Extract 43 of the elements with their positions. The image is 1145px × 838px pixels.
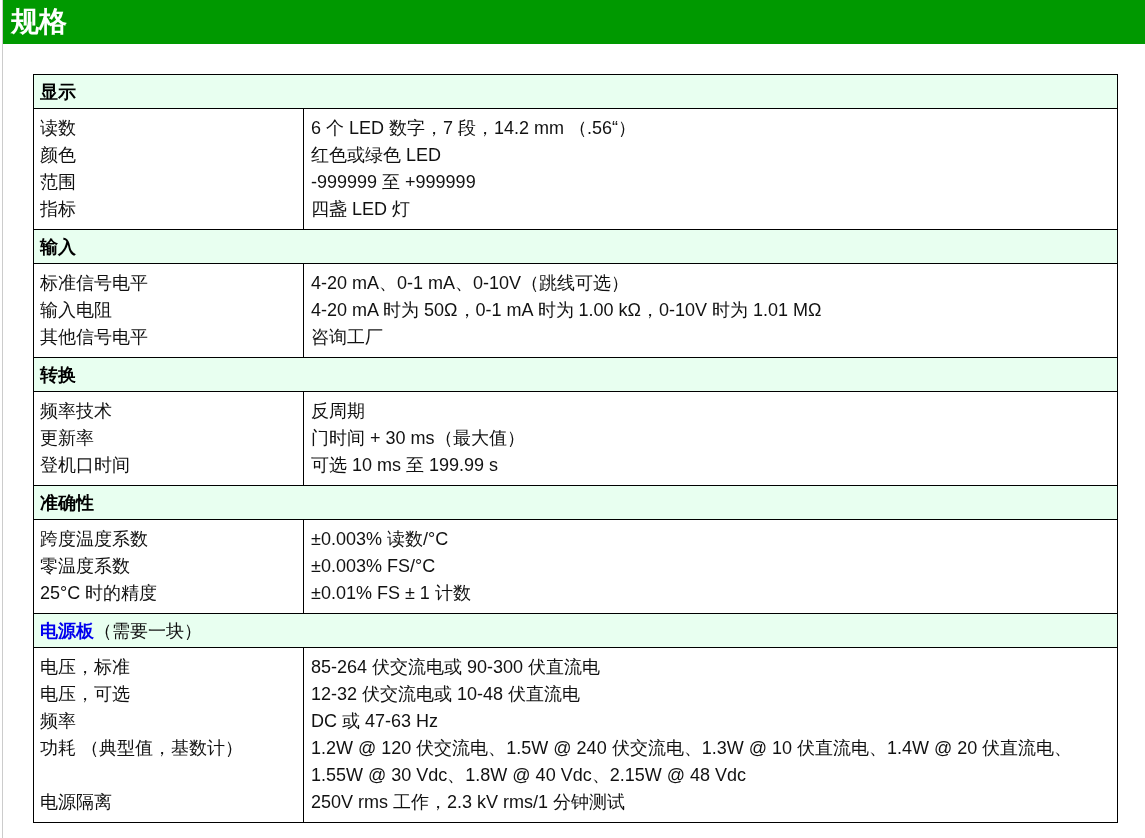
page-title: 规格: [3, 0, 1145, 44]
spec-value: -999999 至 +999999: [311, 172, 476, 192]
spec-label: 频率技术: [40, 401, 112, 421]
spec-label: 更新率: [40, 428, 94, 448]
spec-label: 范围: [40, 172, 76, 192]
spec-value: ±0.003% 读数/°C: [311, 529, 449, 549]
section-link[interactable]: 电源板: [40, 618, 94, 643]
spec-label: 跨度温度系数: [40, 529, 148, 549]
spec-value: 四盏 LED 灯: [311, 199, 411, 219]
spec-label: 输入电阻: [40, 300, 112, 320]
spec-label: 登机口时间: [40, 455, 130, 475]
section-title: 转换: [40, 363, 76, 387]
spec-label: 电压，可选: [40, 684, 130, 704]
spec-value: 咨询工厂: [311, 327, 383, 347]
spec-value: DC 或 47-63 Hz: [311, 711, 439, 731]
section-note: （需要一块）: [94, 619, 202, 643]
spec-label: 标准信号电平: [40, 273, 148, 293]
spec-value: 4-20 mA、0-1 mA、0-10V（跳线可选）: [311, 273, 630, 293]
spec-label: 电压，标准: [40, 657, 130, 677]
section-title: 显示: [40, 80, 76, 104]
spec-value: 1.2W @ 120 伏交流电、1.5W @ 240 伏交流电、1.3W @ 10 伏直流电、1.4W @ 20 伏直流电、 1.55W @ 30 Vdc、1.8W @ 40 Vdc、2.15W @ 48 Vdc: [311, 738, 1073, 785]
spec-value: 可选 10 ms 至 199.99 s: [311, 455, 499, 475]
spec-label: 25°C 时的精度: [40, 583, 158, 603]
spec-label: 指标: [40, 199, 76, 219]
spec-value: 反周期: [311, 401, 365, 421]
spec-value: 85-264 伏交流电或 90-300 伏直流电: [311, 657, 601, 677]
spec-label: 零温度系数: [40, 556, 130, 576]
section-title: 准确性: [40, 491, 94, 515]
spec-label: 电源隔离: [40, 792, 112, 812]
spec-value: 门时间 + 30 ms（最大值）: [311, 428, 525, 448]
spec-value: 12-32 伏交流电或 10-48 伏直流电: [311, 684, 581, 704]
spec-label: 功耗 （典型值，基数计）: [40, 738, 243, 758]
spec-value: 6 个 LED 数字，7 段，14.2 mm （.56“）: [311, 118, 637, 138]
spec-label: 颜色: [40, 145, 76, 165]
spec-label: 其他信号电平: [40, 327, 148, 347]
spec-value: ±0.003% FS/°C: [311, 556, 436, 576]
spec-value: ±0.01% FS ± 1 计数: [311, 583, 471, 603]
spec-label: 频率: [40, 711, 76, 731]
spec-label: 读数: [40, 118, 76, 138]
section-title: 输入: [40, 235, 76, 259]
spec-value: 4-20 mA 时为 50Ω，0-1 mA 时为 1.00 kΩ，0-10V 时为 1.01 MΩ: [311, 300, 822, 320]
spec-value: 红色或绿色 LED: [311, 145, 442, 165]
spec-value: 250V rms 工作，2.3 kV rms/1 分钟测试: [311, 792, 626, 812]
